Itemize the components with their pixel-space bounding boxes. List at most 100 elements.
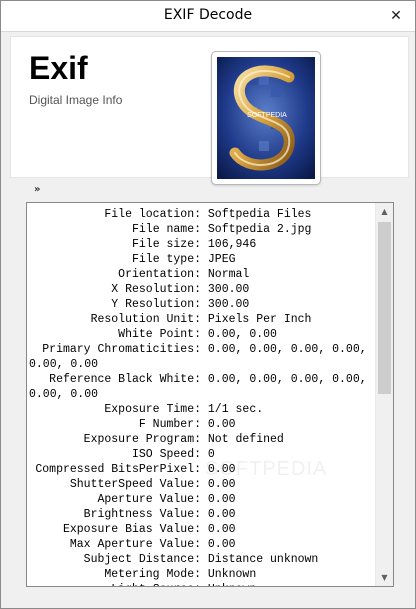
exif-row: Subject Distance: Distance unknown xyxy=(29,552,374,567)
exif-label: File size: xyxy=(131,238,201,251)
app-name: Exif xyxy=(29,50,88,86)
exif-separator xyxy=(201,313,208,326)
thumbnail-graphic: SOFTPEDIA xyxy=(217,57,315,179)
exif-label: File type: xyxy=(131,253,201,266)
exif-label: F Number: xyxy=(138,418,201,431)
exif-row: Exposure Time: 1/1 sec. xyxy=(29,402,374,417)
exif-value: Distance unknown xyxy=(207,553,319,566)
exif-value: JPEG xyxy=(207,253,236,266)
exif-info-box[interactable]: File location: Softpedia Files File name:… xyxy=(26,202,394,587)
exif-label: Compressed BitsPerPixel: xyxy=(35,463,201,476)
exif-value: 0.00, 0.00, 0.00, 0.00, xyxy=(207,373,367,386)
exif-row: Reference Black White: 0.00, 0.00, 0.00,… xyxy=(29,372,374,387)
exif-separator xyxy=(201,553,208,566)
exif-value: Softpedia 2.jpg xyxy=(207,223,312,236)
exif-label: Aperture Value: xyxy=(97,493,201,506)
exif-separator xyxy=(201,328,208,341)
close-button[interactable]: ✕ xyxy=(385,5,407,27)
exif-value: 0.00, 0.00 xyxy=(207,328,277,341)
exif-value: Normal xyxy=(207,268,250,281)
app-window: EXIF Decode ✕ Exif Digital Image Info SO… xyxy=(0,0,416,609)
thumbnail-text: SOFTPEDIA xyxy=(247,112,287,119)
exif-label: Reference Black White: xyxy=(49,373,201,386)
exif-label: Exposure Time: xyxy=(104,403,201,416)
exif-value: 0.00, 0.00, 0.00, 0.00, xyxy=(207,343,367,356)
exif-separator xyxy=(201,418,208,431)
expand-chevron-icon[interactable]: » xyxy=(34,183,48,197)
exif-label: Resolution Unit: xyxy=(90,313,201,326)
watermark: SOFTPEDIA xyxy=(205,458,328,480)
exif-value: Pixels Per Inch xyxy=(207,313,312,326)
exif-row: Brightness Value: 0.00 xyxy=(29,507,374,522)
exif-separator xyxy=(201,208,208,221)
image-thumbnail[interactable]: SOFTPEDIA xyxy=(211,51,321,185)
scrollbar-thumb[interactable] xyxy=(378,222,391,394)
exif-value: 106,946 xyxy=(207,238,257,251)
exif-row: 0.00, 0.00 xyxy=(29,357,374,372)
exif-label: ShutterSpeed Value: xyxy=(69,478,201,491)
exif-label: File name: xyxy=(131,223,201,236)
exif-separator xyxy=(201,538,208,551)
exif-row: X Resolution: 300.00 xyxy=(29,282,374,297)
vertical-scrollbar[interactable]: ▲ ▼ xyxy=(375,203,393,586)
exif-row: Exposure Program: Not defined xyxy=(29,432,374,447)
exif-separator xyxy=(201,343,208,356)
exif-label: Light Source: xyxy=(29,582,201,586)
exif-separator xyxy=(201,433,208,446)
exif-value: Softpedia Files xyxy=(207,208,312,221)
exif-value: Unknown xyxy=(207,568,257,581)
exif-separator xyxy=(201,268,208,281)
exif-row: Orientation: Normal xyxy=(29,267,374,282)
exif-lines: File location: Softpedia Files File name:… xyxy=(29,207,374,586)
exif-row: Light Source: Unknown xyxy=(29,582,374,586)
exif-separator xyxy=(201,508,208,521)
exif-separator xyxy=(201,283,208,296)
thumbnail-image: SOFTPEDIA xyxy=(217,57,315,179)
exif-row: File name: Softpedia 2.jpg xyxy=(29,222,374,237)
exif-label: Max Aperture Value: xyxy=(69,538,201,551)
exif-label: Exposure Bias Value: xyxy=(62,523,201,536)
exif-label: Orientation: xyxy=(118,268,201,281)
exif-separator xyxy=(201,373,208,386)
exif-row: Y Resolution: 300.00 xyxy=(29,297,374,312)
exif-row: White Point: 0.00, 0.00 xyxy=(29,327,374,342)
exif-label: Metering Mode: xyxy=(104,568,201,581)
exif-value: 0.00 xyxy=(207,508,236,521)
exif-row: 0.00, 0.00 xyxy=(29,387,374,402)
window-title: EXIF Decode xyxy=(163,7,253,23)
exif-value: 0.00 xyxy=(207,418,236,431)
exif-row: File type: JPEG xyxy=(29,252,374,267)
scroll-down-arrow-icon[interactable]: ▼ xyxy=(376,569,393,586)
exif-separator xyxy=(201,238,208,251)
exif-separator xyxy=(201,253,208,266)
header-panel: Exif Digital Image Info SOFTPEDIA xyxy=(10,36,409,185)
exif-row: Primary Chromaticities: 0.00, 0.00, 0.00… xyxy=(29,342,374,357)
exif-separator xyxy=(201,298,208,311)
exif-value: 0.00, 0.00 xyxy=(29,358,99,371)
exif-row: Metering Mode: Unknown xyxy=(29,567,374,582)
exif-row: File size: 106,946 xyxy=(29,237,374,252)
exif-label: File location: xyxy=(104,208,201,221)
exif-label: Subject Distance: xyxy=(83,553,201,566)
exif-label: Brightness Value: xyxy=(83,508,201,521)
exif-separator xyxy=(201,523,208,536)
exif-value: 300.00 xyxy=(207,283,250,296)
exif-value: 0.00 xyxy=(207,523,236,536)
exif-row: Max Aperture Value: 0.00 xyxy=(29,537,374,552)
exif-label: Primary Chromaticities: xyxy=(42,343,201,356)
app-subtitle: Digital Image Info xyxy=(29,93,123,107)
exif-label: Y Resolution: xyxy=(111,298,201,311)
scroll-up-arrow-icon[interactable]: ▲ xyxy=(376,203,393,220)
exif-value: Not defined xyxy=(207,433,284,446)
exif-value: Unknown xyxy=(208,583,256,586)
exif-label: ISO Speed: xyxy=(131,448,201,461)
exif-label: X Resolution: xyxy=(111,283,201,296)
exif-row: F Number: 0.00 xyxy=(29,417,374,432)
exif-value: 0.00 xyxy=(207,493,236,506)
exif-separator xyxy=(201,493,208,506)
title-bar[interactable]: EXIF Decode ✕ xyxy=(1,1,415,32)
exif-separator xyxy=(201,568,208,581)
exif-row: Resolution Unit: Pixels Per Inch xyxy=(29,312,374,327)
exif-value: 1/1 sec. xyxy=(207,403,264,416)
exif-row: Exposure Bias Value: 0.00 xyxy=(29,522,374,537)
